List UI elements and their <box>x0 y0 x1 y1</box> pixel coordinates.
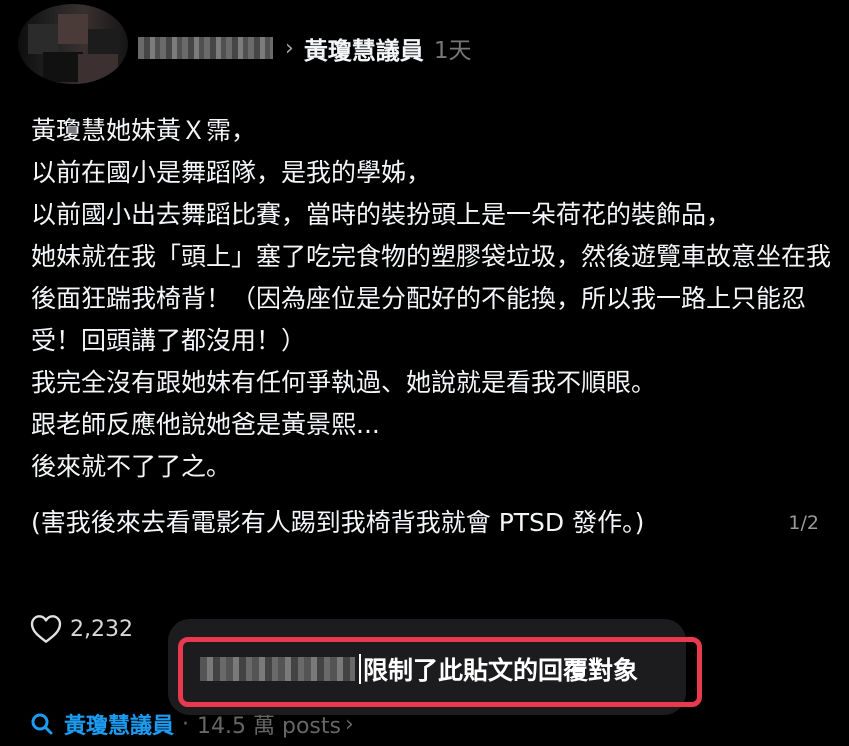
post-time: 1天 <box>433 38 472 64</box>
post-line: 她妹就在我「頭上」塞了吃完食物的塑膠袋垃圾，然後遊覽車故意坐在我後面狂踹我椅背！… <box>31 242 832 355</box>
post-line: (害我後來去看電影有人踢到我椅背我就會 PTSD 發作。) <box>31 508 645 537</box>
post-actions: 2,232 <box>30 614 133 644</box>
heart-icon[interactable] <box>30 614 62 644</box>
chevron-right-icon: › <box>285 35 294 61</box>
text-cursor <box>359 654 361 684</box>
post-body: 黃瓊慧她妹黃Ｘ霈， 以前在國小是舞蹈隊，是我的學姊， 以前國小出去舞蹈比賽，當時… <box>31 110 831 544</box>
topic-separator: · <box>182 711 190 737</box>
post-last-line: (害我後來去看電影有人踢到我椅背我就會 PTSD 發作。) 1/2 <box>31 502 821 544</box>
search-icon <box>31 713 53 735</box>
page-indicator: 1/2 <box>788 512 819 534</box>
post-header: › 黃瓊慧議員 1天 <box>138 28 471 68</box>
post-line: 黃瓊慧她妹黃Ｘ霈， <box>31 116 257 145</box>
blurred-username <box>200 657 355 681</box>
toast-message: 限制了此貼文的回覆對象 <box>363 656 639 685</box>
post-line: 我完全沒有跟她妹有任何爭執過、她說就是看我不順眼。 <box>31 368 657 397</box>
toast-content: 限制了此貼文的回覆對象 <box>200 650 638 688</box>
post-line: 後來就不了了之。 <box>31 452 232 481</box>
blurred-username[interactable] <box>138 37 273 59</box>
chevron-right-icon: › <box>344 711 354 737</box>
post-line: 跟老師反應他說她爸是黃景熙... <box>31 410 380 439</box>
post-line: 以前國小出去舞蹈比賽，當時的裝扮頭上是一朵荷花的裝飾品， <box>31 200 732 229</box>
page-name-link[interactable]: 黃瓊慧議員 <box>304 31 424 66</box>
topic-tag[interactable]: 黃瓊慧議員 <box>64 708 174 740</box>
avatar[interactable] <box>18 4 128 84</box>
post-line: 以前在國小是舞蹈隊，是我的學姊， <box>31 158 432 187</box>
like-count: 2,232 <box>70 616 133 642</box>
